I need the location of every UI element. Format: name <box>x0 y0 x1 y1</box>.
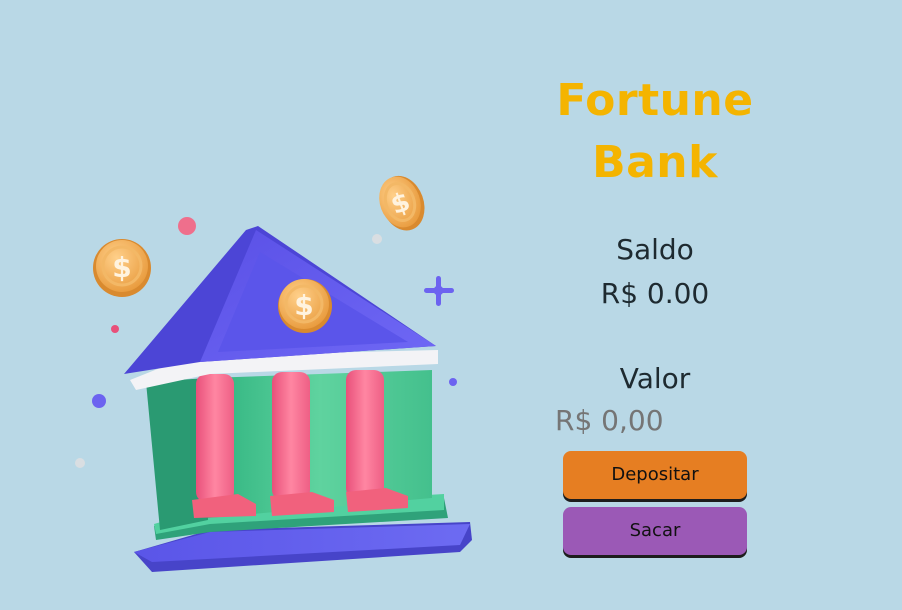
decor-dot <box>372 234 382 244</box>
decor-dot <box>449 378 457 386</box>
bank-building-icon: $ $ $ <box>75 175 472 572</box>
bank-illustration: $ $ $ <box>60 160 490 590</box>
balance-amount: R$ 0.00 <box>600 276 710 310</box>
account-panel: Fortune Bank Saldo R$ 0.00 Valor Deposit… <box>540 70 770 555</box>
amount-input[interactable] <box>555 403 755 437</box>
sparkle-icon <box>424 276 454 306</box>
decor-dot <box>92 394 106 408</box>
app-title: Fortune Bank <box>540 70 770 193</box>
decor-dot <box>111 325 119 333</box>
decor-dot <box>75 458 85 468</box>
withdraw-button[interactable]: Sacar <box>563 506 747 555</box>
app-title-line2: Bank <box>592 136 718 188</box>
coin-icon: $ <box>93 239 151 297</box>
coin-icon: $ <box>278 279 332 333</box>
coin-icon: $ <box>379 175 425 231</box>
svg-text:$: $ <box>294 289 313 322</box>
amount-label: Valor <box>619 362 691 396</box>
svg-text:$: $ <box>112 251 131 284</box>
balance-label: Saldo <box>616 233 694 267</box>
decor-dot <box>178 217 196 235</box>
deposit-button[interactable]: Depositar <box>563 450 747 499</box>
app-title-line1: Fortune <box>556 75 754 126</box>
